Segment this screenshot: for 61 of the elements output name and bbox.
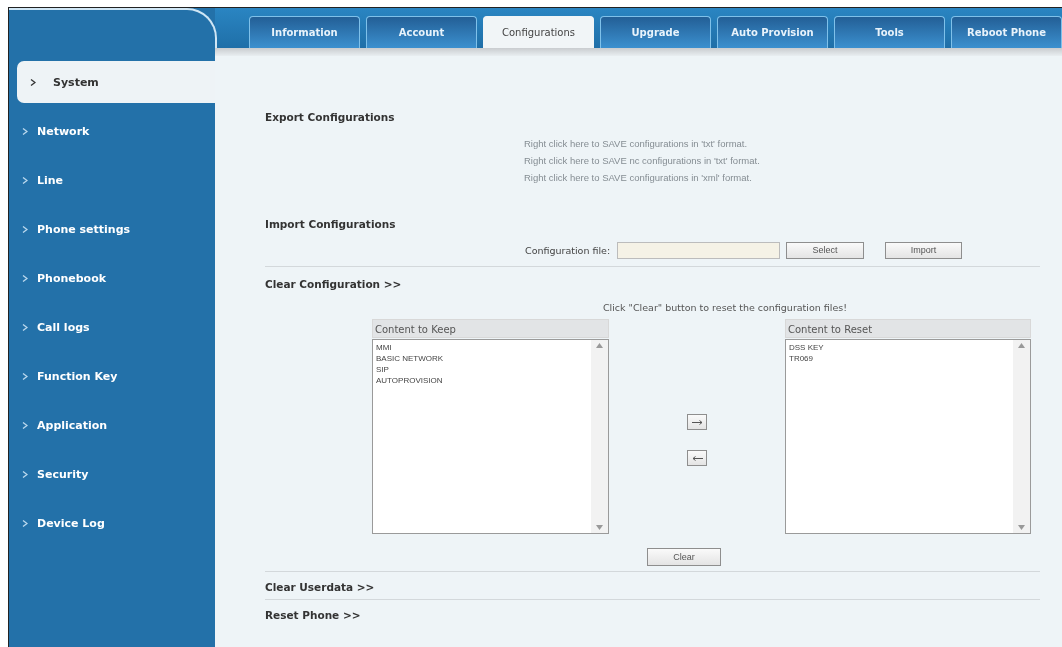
tab[interactable]: Information — [249, 16, 360, 48]
chevron-right-icon — [22, 176, 28, 184]
scroll-up-icon[interactable] — [1018, 343, 1025, 348]
chevron-right-icon — [30, 78, 36, 86]
sidebar-item[interactable]: Call logs — [9, 306, 215, 348]
list-item[interactable]: AUTOPROVISION — [376, 375, 443, 386]
chevron-right-icon — [22, 372, 28, 380]
section-title[interactable]: Reset Phone >> — [265, 609, 1040, 621]
chevron-right-icon — [22, 519, 28, 527]
list-item[interactable]: BASIC NETWORK — [376, 353, 444, 364]
save-config-link[interactable]: Right click here to SAVE nc configurations in 'txt' format. — [524, 154, 760, 168]
sidebar-item[interactable]: Security — [9, 453, 215, 495]
import-button[interactable]: Import — [885, 241, 963, 259]
right-arrow-icon — [691, 419, 703, 425]
scrollbar[interactable] — [591, 340, 608, 533]
sidebar-item[interactable]: Line — [9, 159, 215, 201]
chevron-right-icon — [22, 127, 28, 135]
list-item[interactable]: DSS KEY — [789, 342, 824, 353]
tab[interactable]: Reboot Phone — [951, 16, 1062, 48]
section-title: Clear Configuration >> — [265, 278, 403, 290]
section-title[interactable]: Clear Userdata >> — [265, 581, 1040, 593]
scroll-up-icon[interactable] — [596, 343, 603, 348]
scroll-down-icon[interactable] — [1018, 525, 1025, 530]
list-box[interactable]: DSS KEY TR069 — [785, 339, 1031, 534]
sidebar-item[interactable]: System — [17, 61, 215, 103]
sidebar-item[interactable]: Network — [9, 110, 215, 152]
save-config-link[interactable]: Right click here to SAVE configurations in 'xml' format. — [524, 171, 752, 185]
chevron-right-icon — [22, 225, 28, 233]
instruction-text: Click "Clear" button to reset the configuration files! — [602, 302, 848, 313]
clear-button[interactable]: Clear — [647, 548, 721, 566]
list-header: Content to Reset — [788, 323, 873, 337]
list-item[interactable]: MMI — [376, 342, 392, 353]
sidebar-item[interactable]: Function Key — [9, 355, 215, 397]
save-config-link[interactable]: Right click here to SAVE configurations in 'txt' format. — [524, 137, 748, 151]
sidebar-item[interactable]: Device Log — [9, 502, 215, 544]
section-title: Import Configurations — [265, 218, 397, 230]
select-button[interactable]: Select — [786, 241, 865, 259]
tab[interactable]: Tools — [834, 16, 945, 48]
tab[interactable]: Upgrade — [600, 16, 711, 48]
chevron-right-icon — [22, 323, 28, 331]
move-left-button[interactable] — [687, 450, 707, 466]
move-right-button[interactable] — [687, 414, 707, 430]
left-arrow-icon — [691, 455, 703, 461]
list-item[interactable]: TR069 — [789, 353, 813, 364]
list-box[interactable]: MMI BASIC NETWORK SIP AUTOPROVISION — [372, 339, 609, 534]
scrollbar[interactable] — [1013, 340, 1030, 533]
list-item[interactable]: SIP — [376, 364, 389, 375]
chevron-right-icon — [22, 421, 28, 429]
sidebar-item[interactable]: Phone settings — [9, 208, 215, 250]
chevron-right-icon — [22, 274, 28, 282]
section-title: Export Configurations — [265, 111, 396, 123]
field-label: Configuration file: — [525, 244, 611, 256]
sidebar-item[interactable]: Phonebook — [9, 257, 215, 299]
sidebar-item[interactable]: Application — [9, 404, 215, 446]
list-header: Content to Keep — [375, 323, 456, 337]
chevron-right-icon — [22, 470, 28, 478]
tab[interactable]: Account — [366, 16, 477, 48]
file-path-field[interactable] — [617, 241, 781, 259]
scroll-down-icon[interactable] — [596, 525, 603, 530]
tab[interactable]: Auto Provision — [717, 16, 828, 48]
tab[interactable]: Configurations — [483, 16, 594, 48]
